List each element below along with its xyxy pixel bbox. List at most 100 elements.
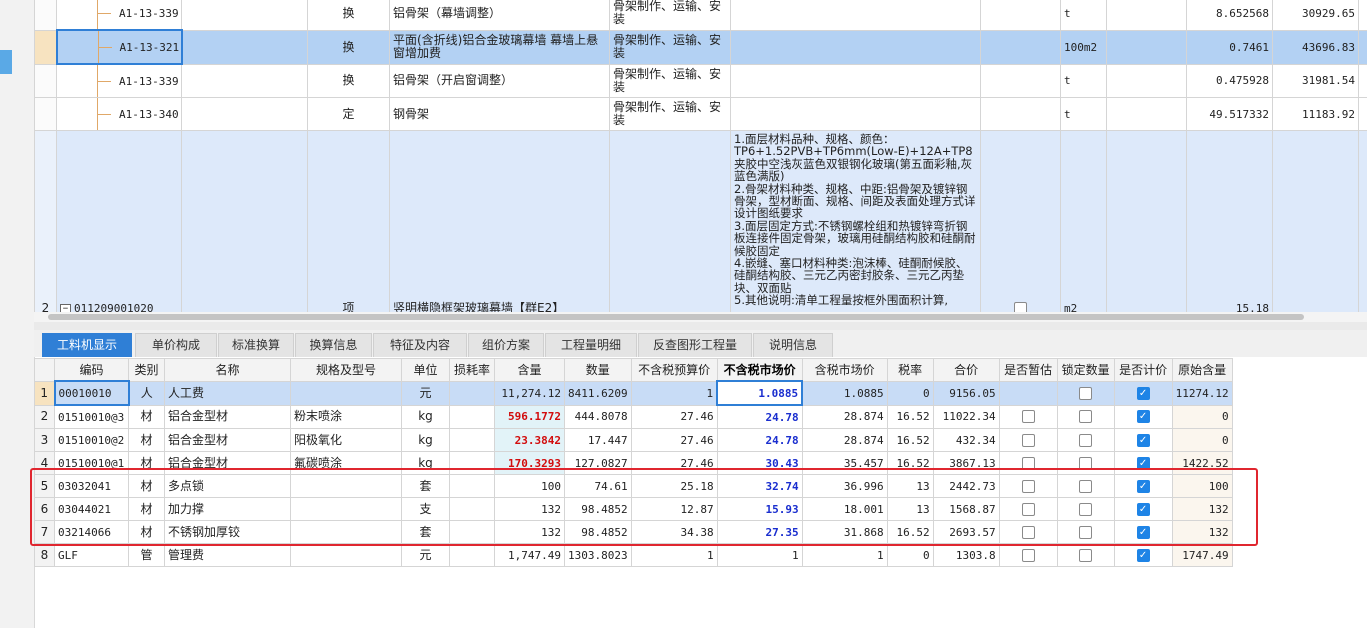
resource-name[interactable]: 人工费 — [164, 380, 291, 406]
priced-checkbox-checked[interactable]: ✓ — [1136, 433, 1150, 447]
col-lock-qty[interactable]: 锁定数量 — [1056, 358, 1115, 382]
resource-market-price[interactable]: 1 — [716, 543, 803, 567]
resource-unit[interactable]: 套 — [401, 474, 450, 498]
resource-content[interactable]: 132 — [494, 497, 565, 521]
tab-graphic-quantity[interactable]: 反查图形工程量 — [638, 333, 752, 357]
provisional-checkbox[interactable] — [1021, 410, 1035, 424]
resource-tax-market-price[interactable]: 35.457 — [801, 451, 888, 475]
resource-quantity[interactable]: 17.447 — [564, 428, 632, 452]
col-content[interactable]: 含量 — [494, 358, 565, 382]
quota-row[interactable]: A1-13-339 换 铝骨架（开启窗调整） 骨架制作、运输、安装 t 0.47… — [34, 63, 1367, 98]
bill-name[interactable]: 竖明横隐框架玻璃幕墙【群E2】 — [389, 130, 610, 312]
quota-name[interactable]: 钢骨架 — [389, 97, 610, 131]
lock-qty-checkbox[interactable] — [1079, 479, 1093, 493]
resource-market-price[interactable]: 24.78 — [716, 428, 803, 452]
provisional-checkbox[interactable] — [1021, 502, 1035, 516]
resource-code[interactable]: 03032041 — [54, 474, 129, 498]
col-loss-rate[interactable]: 损耗率 — [449, 358, 495, 382]
resource-content[interactable]: 596.1772 — [494, 404, 565, 429]
resource-quantity[interactable]: 444.8078 — [564, 404, 632, 429]
resource-tax-rate[interactable]: 16.52 — [886, 404, 934, 429]
resource-tax-market-price[interactable]: 28.874 — [801, 428, 888, 452]
provisional-checkbox[interactable] — [1021, 525, 1035, 539]
priced-checkbox-checked[interactable]: ✓ — [1136, 525, 1150, 539]
resource-tax-rate[interactable]: 0 — [886, 380, 934, 406]
resource-quantity[interactable]: 127.0827 — [564, 451, 632, 475]
tab-pricing-scheme[interactable]: 组价方案 — [468, 333, 544, 357]
resource-market-price[interactable]: 27.35 — [716, 520, 803, 544]
resource-unit[interactable]: 套 — [401, 520, 450, 544]
resource-loss[interactable] — [449, 451, 495, 475]
col-code[interactable]: 编码 — [54, 358, 129, 382]
resource-loss[interactable] — [449, 474, 495, 498]
priced-checkbox-checked[interactable]: ✓ — [1136, 410, 1150, 424]
resource-code[interactable]: 03044021 — [54, 497, 129, 521]
resource-row[interactable]: 6 03044021 材 加力撑 支 132 98.4852 12.87 15.… — [34, 497, 1233, 521]
provisional-checkbox[interactable] — [1021, 456, 1035, 470]
resource-loss[interactable] — [449, 520, 495, 544]
priced-checkbox-checked[interactable]: ✓ — [1136, 548, 1150, 562]
resource-quantity[interactable]: 98.4852 — [564, 520, 632, 544]
resource-quantity[interactable]: 1303.8023 — [564, 543, 632, 567]
lock-qty-checkbox[interactable] — [1079, 433, 1093, 447]
resource-tax-rate[interactable]: 13 — [886, 497, 934, 521]
resource-tax-rate[interactable]: 16.52 — [886, 428, 934, 452]
col-tax-rate[interactable]: 税率 — [886, 358, 934, 382]
col-name[interactable]: 名称 — [164, 358, 291, 382]
resource-tax-market-price[interactable]: 28.874 — [801, 404, 888, 429]
lock-qty-checkbox[interactable] — [1079, 502, 1093, 516]
provisional-checkbox[interactable] — [1021, 479, 1035, 493]
quota-name[interactable]: 铝骨架（开启窗调整） — [389, 63, 610, 98]
resource-content[interactable]: 100 — [494, 474, 565, 498]
resource-spec[interactable] — [290, 497, 402, 521]
resource-unit[interactable]: 支 — [401, 497, 450, 521]
resource-market-price[interactable]: 15.93 — [716, 497, 803, 521]
lock-qty-checkbox[interactable] — [1079, 386, 1093, 400]
col-priced[interactable]: 是否计价 — [1113, 358, 1173, 382]
resource-unit[interactable]: kg — [401, 404, 450, 429]
resource-code[interactable]: GLF — [54, 543, 129, 567]
quota-row[interactable]: A1-13-339 换 铝骨架（幕墙调整） 骨架制作、运输、安装 t 8.652… — [34, 0, 1367, 31]
resource-unit[interactable]: kg — [401, 451, 450, 475]
resource-row[interactable]: 8 GLF 管 管理费 元 1,747.49 1303.8023 1 1 1 0… — [34, 543, 1233, 567]
priced-checkbox-checked[interactable]: ✓ — [1136, 479, 1150, 493]
horizontal-scrollbar[interactable] — [34, 312, 1367, 322]
resource-loss[interactable] — [449, 497, 495, 521]
lock-qty-checkbox[interactable] — [1079, 456, 1093, 470]
provisional-checkbox[interactable] — [1021, 433, 1035, 447]
col-budget-price[interactable]: 不含税预算价 — [630, 358, 718, 382]
resource-content[interactable]: 132 — [494, 520, 565, 544]
col-spec[interactable]: 规格及型号 — [290, 358, 402, 382]
priced-checkbox-checked[interactable]: ✓ — [1136, 456, 1150, 470]
tab-conversion-info[interactable]: 换算信息 — [295, 333, 372, 357]
resource-spec[interactable] — [290, 474, 402, 498]
resource-tax-rate[interactable]: 16.52 — [886, 451, 934, 475]
resource-loss[interactable] — [449, 380, 495, 406]
tab-unit-price[interactable]: 单价构成 — [135, 333, 217, 357]
resource-spec[interactable]: 粉末喷涂 — [290, 404, 402, 429]
scrollbar-thumb[interactable] — [48, 314, 1304, 320]
resource-name[interactable]: 铝合金型材 — [164, 428, 291, 452]
resource-loss[interactable] — [449, 543, 495, 567]
col-unit[interactable]: 单位 — [401, 358, 450, 382]
resource-market-price[interactable]: 32.74 — [716, 474, 803, 498]
col-quantity[interactable]: 数量 — [564, 358, 632, 382]
resource-spec[interactable] — [290, 380, 402, 406]
resource-unit[interactable]: 元 — [401, 380, 450, 406]
resource-market-price-input[interactable]: 1.0885 — [716, 380, 804, 406]
bill-checkbox[interactable] — [1014, 302, 1027, 312]
col-original-content[interactable]: 原始含量 — [1171, 358, 1233, 382]
resource-content[interactable]: 23.3842 — [494, 428, 565, 452]
provisional-checkbox[interactable] — [1021, 548, 1035, 562]
resource-spec[interactable] — [290, 543, 402, 567]
resource-tax-rate[interactable]: 16.52 — [886, 520, 934, 544]
resource-tax-market-price[interactable]: 1 — [801, 543, 888, 567]
quota-row[interactable]: A1-13-340 定 钢骨架 骨架制作、运输、安装 t 49.517332 1… — [34, 97, 1367, 131]
col-tax-market-price[interactable]: 含税市场价 — [801, 358, 888, 382]
resource-name[interactable]: 铝合金型材 — [164, 451, 291, 475]
lock-qty-checkbox[interactable] — [1079, 525, 1093, 539]
resource-row[interactable]: 7 03214066 材 不锈钢加厚铰 套 132 98.4852 34.38 … — [34, 520, 1233, 544]
resource-name[interactable]: 加力撑 — [164, 497, 291, 521]
priced-checkbox-checked[interactable]: ✓ — [1136, 502, 1150, 516]
quota-name[interactable]: 铝骨架（幕墙调整） — [389, 0, 610, 31]
